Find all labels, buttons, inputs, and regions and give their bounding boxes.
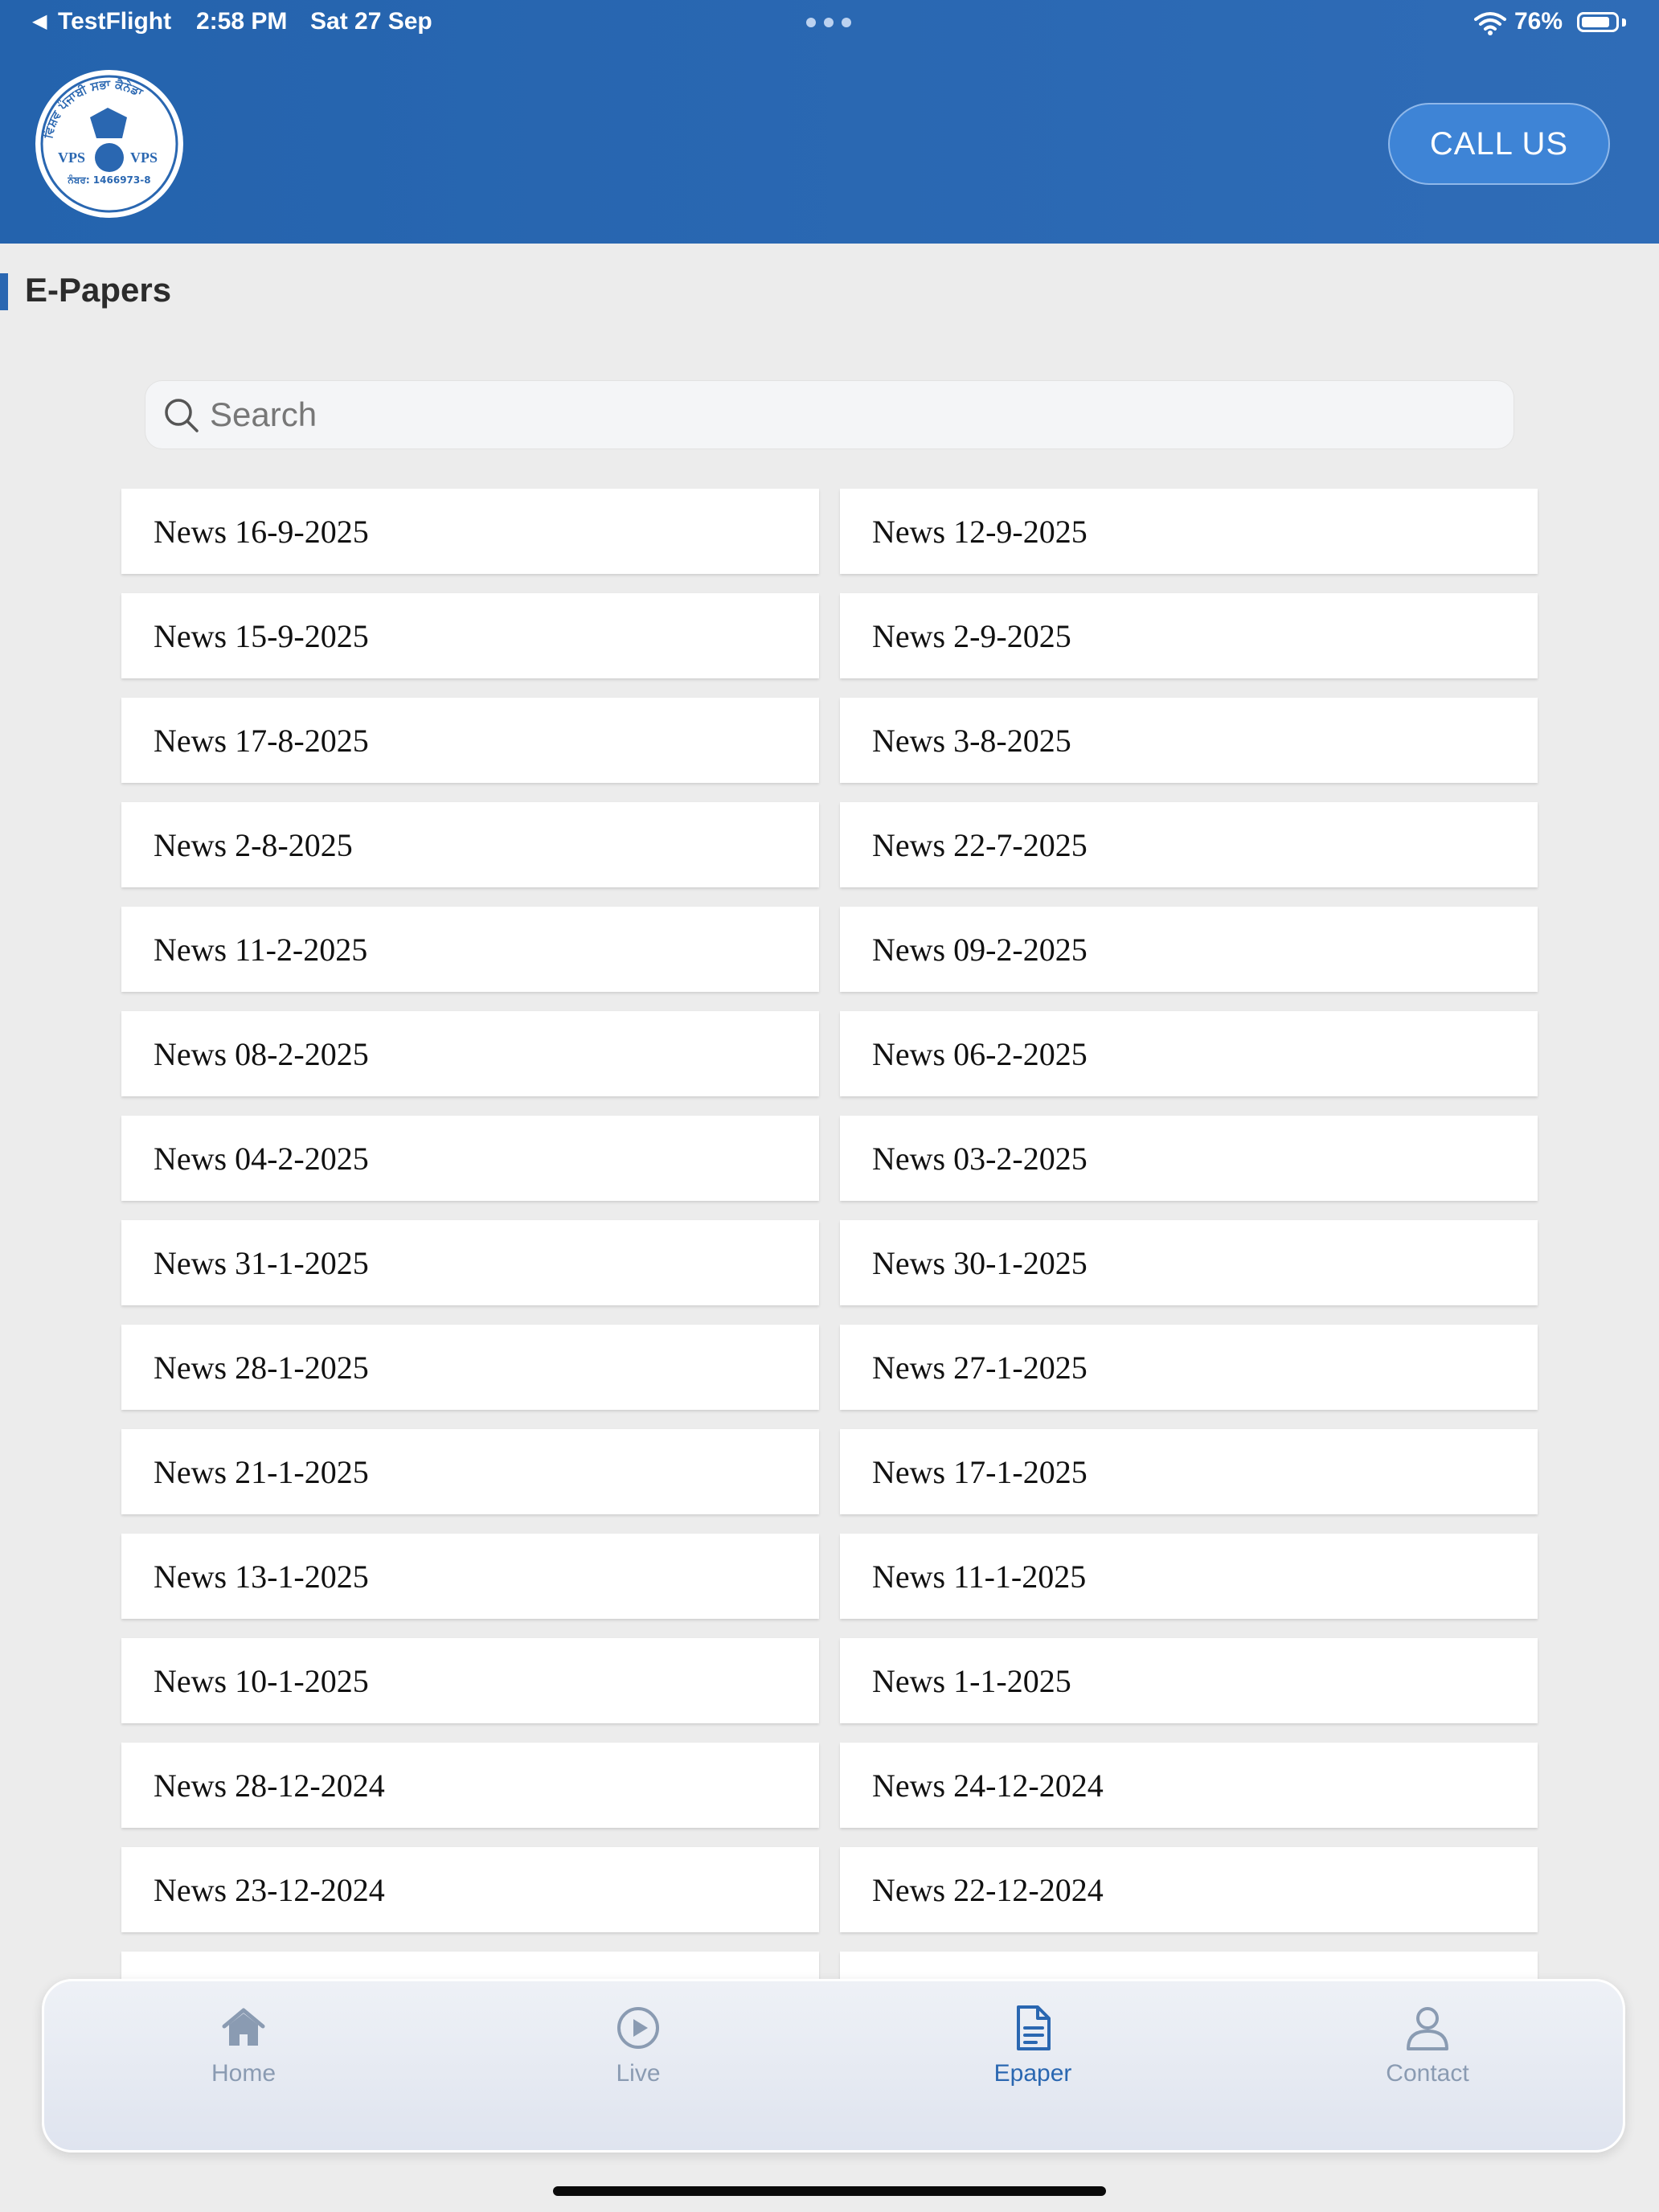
epaper-item[interactable]: News 28-1-2025 bbox=[121, 1325, 819, 1410]
back-arrow-icon[interactable]: ◀ bbox=[32, 10, 47, 33]
epaper-item[interactable]: News 08-2-2025 bbox=[121, 1011, 819, 1096]
epaper-item[interactable]: News 11-1-2025 bbox=[840, 1534, 1538, 1619]
battery-icon bbox=[1577, 12, 1619, 32]
epaper-item[interactable]: News 11-2-2025 bbox=[121, 907, 819, 992]
epaper-item[interactable]: News 20-12-2024 bbox=[840, 1952, 1538, 1979]
tab-label-epaper: Epaper bbox=[993, 2060, 1072, 2087]
epaper-item[interactable]: News 21-1-2025 bbox=[121, 1429, 819, 1514]
tab-live[interactable]: Live bbox=[550, 2002, 727, 2091]
epaper-item[interactable]: News 1-1-2025 bbox=[840, 1638, 1538, 1723]
call-us-button[interactable]: CALL US bbox=[1388, 103, 1610, 185]
status-bar: ◀ TestFlight 2:58 PM Sat 27 Sep 76% bbox=[0, 0, 1659, 45]
battery-percent: 76% bbox=[1514, 8, 1563, 35]
epaper-item[interactable]: News 28-12-2024 bbox=[121, 1743, 819, 1828]
tab-label-home: Home bbox=[211, 2060, 276, 2087]
tab-label-live: Live bbox=[616, 2060, 661, 2087]
logo-reg: ਨੰਬਰ: 1466973-8 bbox=[67, 174, 150, 186]
document-icon bbox=[1017, 2005, 1051, 2050]
epaper-item[interactable]: News 24-12-2024 bbox=[840, 1743, 1538, 1828]
epaper-item[interactable]: News 17-1-2025 bbox=[840, 1429, 1538, 1514]
logo-text-left: VPS bbox=[58, 150, 85, 166]
epaper-item[interactable]: News 30-1-2025 bbox=[840, 1220, 1538, 1305]
epaper-item[interactable]: News 09-2-2025 bbox=[840, 907, 1538, 992]
epaper-item[interactable]: News 27-1-2025 bbox=[840, 1325, 1538, 1410]
battery-tip bbox=[1622, 18, 1626, 27]
epaper-item[interactable]: News 31-1-2025 bbox=[121, 1220, 819, 1305]
page-title: E-Papers bbox=[25, 271, 172, 309]
epaper-item[interactable]: News 17-8-2025 bbox=[121, 698, 819, 783]
epaper-list[interactable]: News 16-9-2025 News 12-9-2025 News 15-9-20… bbox=[0, 489, 1659, 1979]
tab-home[interactable]: Home bbox=[155, 2002, 332, 2091]
home-icon bbox=[222, 2008, 265, 2046]
status-date: Sat 27 Sep bbox=[310, 8, 432, 35]
epaper-item[interactable]: News 10-1-2025 bbox=[121, 1638, 819, 1723]
home-indicator[interactable] bbox=[553, 2186, 1106, 2196]
epaper-item[interactable]: News 06-2-2025 bbox=[840, 1011, 1538, 1096]
search-input[interactable] bbox=[210, 381, 1496, 449]
epaper-item[interactable]: News 2-8-2025 bbox=[121, 802, 819, 887]
person-icon bbox=[1407, 2007, 1448, 2050]
epaper-item[interactable]: News 22-12-2024 bbox=[840, 1847, 1538, 1932]
epaper-item[interactable]: News 03-2-2025 bbox=[840, 1116, 1538, 1201]
section-accent-bar bbox=[0, 273, 8, 310]
epaper-item[interactable]: News 2-9-2025 bbox=[840, 593, 1538, 678]
logo[interactable]: ਵਿਸ਼ਵ ਪੰਜਾਬੀ ਸਭਾ ਕੈਨੇਡਾ VPS VPS ਨੰਬਰ: 14… bbox=[27, 68, 191, 220]
tab-epaper[interactable]: Epaper bbox=[944, 2002, 1121, 2091]
epaper-item[interactable]: News 3-8-2025 bbox=[840, 698, 1538, 783]
logo-text-right: VPS bbox=[130, 150, 158, 166]
epaper-item[interactable]: News 21-12-2024 bbox=[121, 1952, 819, 1979]
status-time: 2:58 PM bbox=[196, 8, 288, 35]
tab-label-contact: Contact bbox=[1386, 2060, 1469, 2087]
epaper-grid: News 16-9-2025 News 12-9-2025 News 15-9-20… bbox=[121, 489, 1538, 1979]
multitasking-dots-icon[interactable] bbox=[806, 18, 851, 27]
epaper-item[interactable]: News 22-7-2025 bbox=[840, 802, 1538, 887]
back-app-label[interactable]: TestFlight bbox=[58, 8, 171, 35]
play-circle-icon bbox=[617, 2007, 659, 2049]
epaper-item[interactable]: News 04-2-2025 bbox=[121, 1116, 819, 1201]
search-bar[interactable] bbox=[145, 380, 1514, 449]
epaper-item[interactable]: News 12-9-2025 bbox=[840, 489, 1538, 574]
epaper-item[interactable]: News 13-1-2025 bbox=[121, 1534, 819, 1619]
search-icon bbox=[165, 399, 199, 432]
epaper-item[interactable]: News 23-12-2024 bbox=[121, 1847, 819, 1932]
app-header: ◀ TestFlight 2:58 PM Sat 27 Sep 76% ਵਿਸ਼… bbox=[0, 0, 1659, 244]
tab-bar: Home Live Epaper Contact bbox=[42, 1979, 1625, 2153]
epaper-item[interactable]: News 16-9-2025 bbox=[121, 489, 819, 574]
epaper-item[interactable]: News 15-9-2025 bbox=[121, 593, 819, 678]
wifi-icon bbox=[1474, 12, 1506, 35]
tab-contact[interactable]: Contact bbox=[1339, 2002, 1516, 2091]
